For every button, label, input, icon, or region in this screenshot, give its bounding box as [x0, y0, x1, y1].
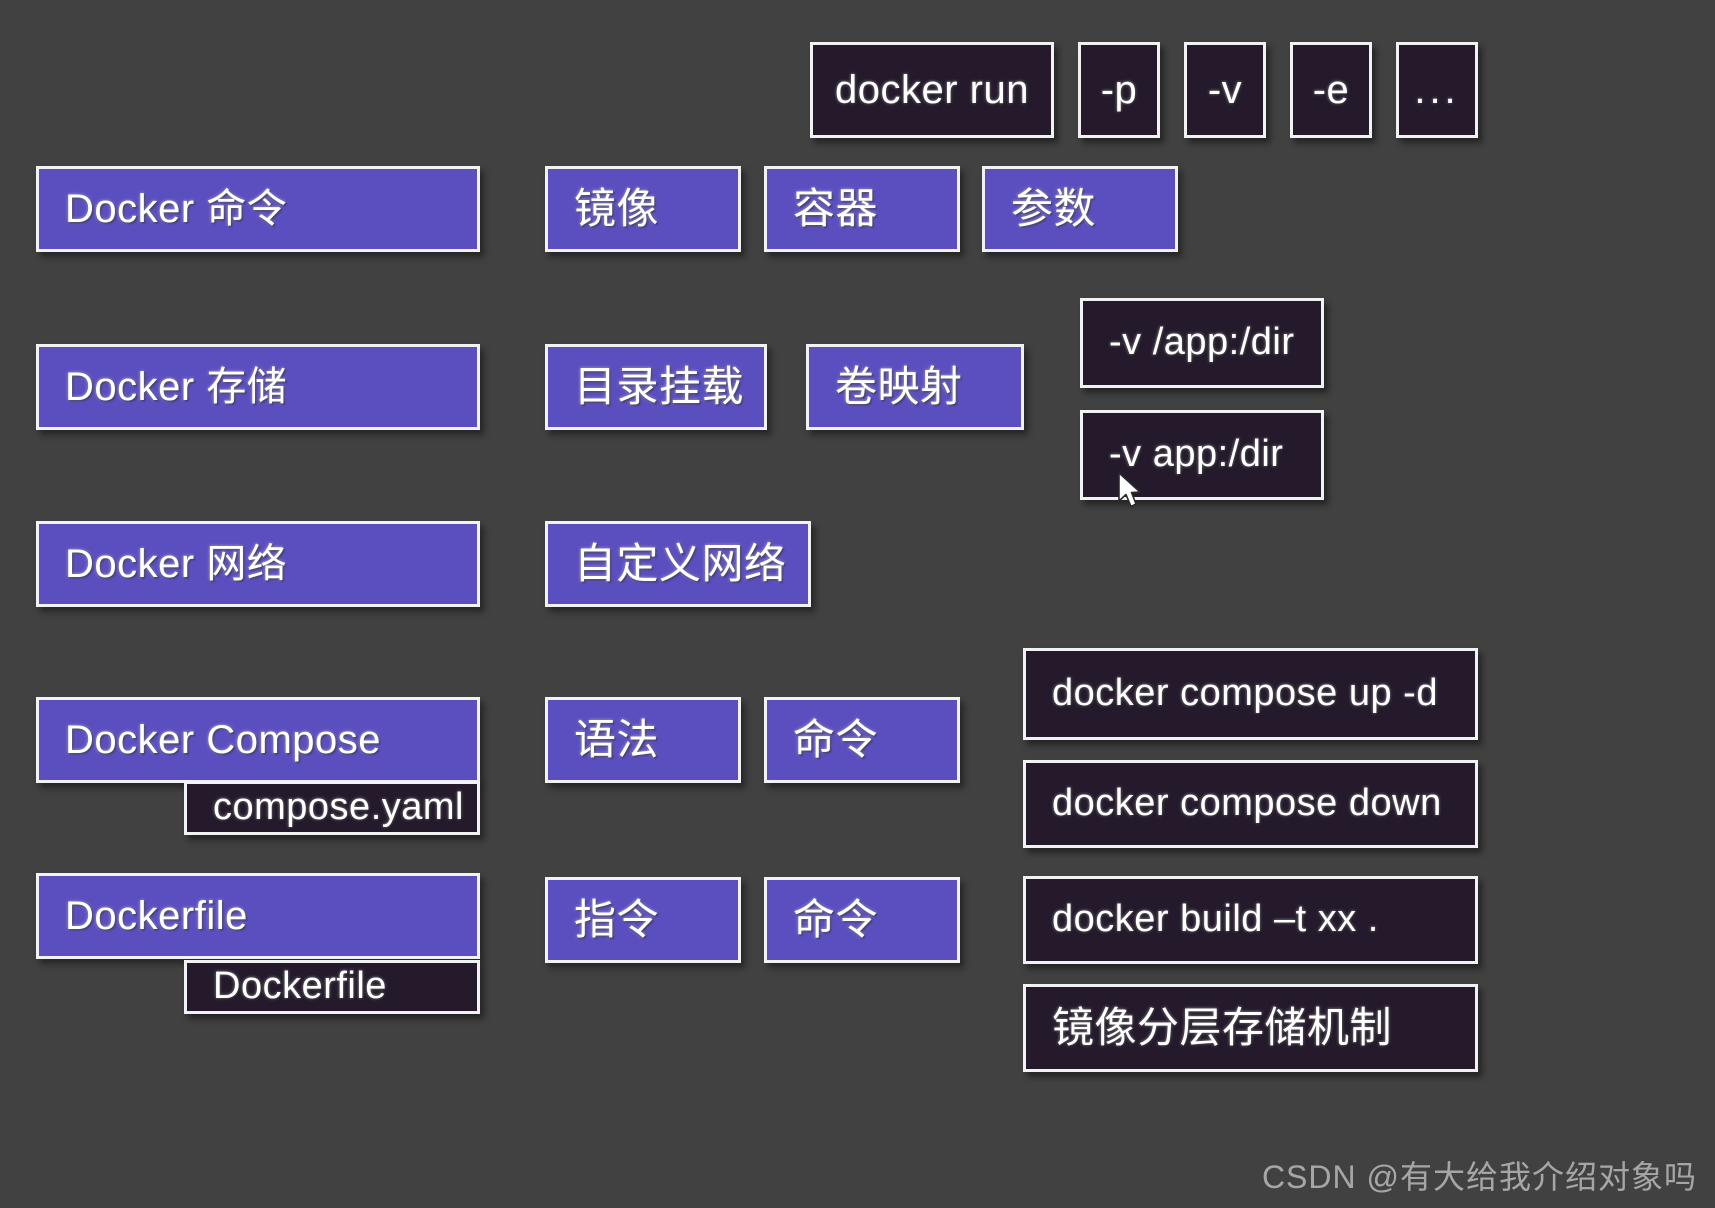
node-vol-mapping[interactable]: 卷映射	[806, 344, 1024, 430]
node-docker-network[interactable]: Docker 网络	[36, 521, 480, 607]
node-compose-syntax[interactable]: 语法	[545, 697, 741, 783]
node-dockerfile-label: Dockerfile	[65, 894, 248, 938]
node-compose-commands-label: 命令	[793, 715, 879, 763]
csdn-watermark: CSDN @有大给我介绍对象吗	[1261, 1159, 1697, 1195]
node-v-bind-mount[interactable]: -v /app:/dir	[1080, 298, 1324, 388]
node-flag-v-label: -v	[1207, 68, 1243, 112]
node-container-label: 容器	[793, 184, 879, 232]
node-image-label: 镜像	[574, 184, 660, 232]
node-compose-down[interactable]: docker compose down	[1023, 760, 1478, 848]
diagram-canvas: docker run -p -v -e ... Docker 命令 镜像 容器 …	[0, 0, 1715, 1208]
node-docker-network-label: Docker 网络	[65, 542, 288, 586]
node-flag-p-label: -p	[1100, 68, 1138, 112]
node-docker-run[interactable]: docker run	[810, 42, 1054, 138]
node-docker-storage[interactable]: Docker 存储	[36, 344, 480, 430]
node-compose-down-label: docker compose down	[1052, 782, 1442, 825]
node-docker-run-label: docker run	[835, 68, 1029, 112]
node-image-layering[interactable]: 镜像分层存储机制	[1023, 984, 1478, 1072]
node-docker-build-label: docker build –t xx .	[1052, 898, 1379, 941]
node-flag-p[interactable]: -p	[1078, 42, 1160, 138]
node-dockerfile-commands-label: 命令	[793, 895, 879, 943]
node-dockerfile-commands[interactable]: 命令	[764, 877, 960, 963]
node-compose-yaml-badge-label: compose.yaml	[213, 786, 464, 829]
node-dockerfile-badge[interactable]: Dockerfile	[184, 960, 480, 1014]
node-params-label: 参数	[1011, 184, 1097, 232]
node-dockerfile-instructions[interactable]: 指令	[545, 877, 741, 963]
node-flag-e-label: -e	[1312, 68, 1350, 112]
node-dockerfile-instructions-label: 指令	[574, 895, 660, 943]
node-dockerfile-badge-label: Dockerfile	[213, 965, 387, 1008]
node-dir-mount-label: 目录挂载	[574, 362, 745, 410]
node-flag-more-label: ...	[1414, 68, 1460, 112]
node-flag-e[interactable]: -e	[1290, 42, 1372, 138]
node-dockerfile[interactable]: Dockerfile	[36, 873, 480, 959]
node-custom-network-label: 自定义网络	[574, 539, 787, 587]
node-image-layering-label: 镜像分层存储机制	[1052, 1003, 1393, 1051]
node-params[interactable]: 参数	[982, 166, 1178, 252]
node-docker-storage-label: Docker 存储	[65, 365, 288, 409]
node-docker-commands-label: Docker 命令	[65, 187, 288, 231]
node-custom-network[interactable]: 自定义网络	[545, 521, 811, 607]
node-flag-more[interactable]: ...	[1396, 42, 1478, 138]
node-dir-mount[interactable]: 目录挂载	[545, 344, 767, 430]
node-v-volume[interactable]: -v app:/dir	[1080, 410, 1324, 500]
node-compose-commands[interactable]: 命令	[764, 697, 960, 783]
node-image[interactable]: 镜像	[545, 166, 741, 252]
node-vol-mapping-label: 卷映射	[835, 362, 963, 410]
node-docker-commands[interactable]: Docker 命令	[36, 166, 480, 252]
node-compose-syntax-label: 语法	[574, 715, 660, 763]
node-container[interactable]: 容器	[764, 166, 960, 252]
node-docker-compose-label: Docker Compose	[65, 718, 382, 762]
node-compose-up-label: docker compose up -d	[1052, 672, 1438, 715]
node-v-volume-label: -v app:/dir	[1109, 433, 1284, 476]
node-v-bind-mount-label: -v /app:/dir	[1109, 321, 1295, 364]
node-flag-v[interactable]: -v	[1184, 42, 1266, 138]
node-docker-compose[interactable]: Docker Compose	[36, 697, 480, 783]
node-compose-up[interactable]: docker compose up -d	[1023, 648, 1478, 740]
node-docker-build[interactable]: docker build –t xx .	[1023, 876, 1478, 964]
node-compose-yaml-badge[interactable]: compose.yaml	[184, 781, 480, 835]
